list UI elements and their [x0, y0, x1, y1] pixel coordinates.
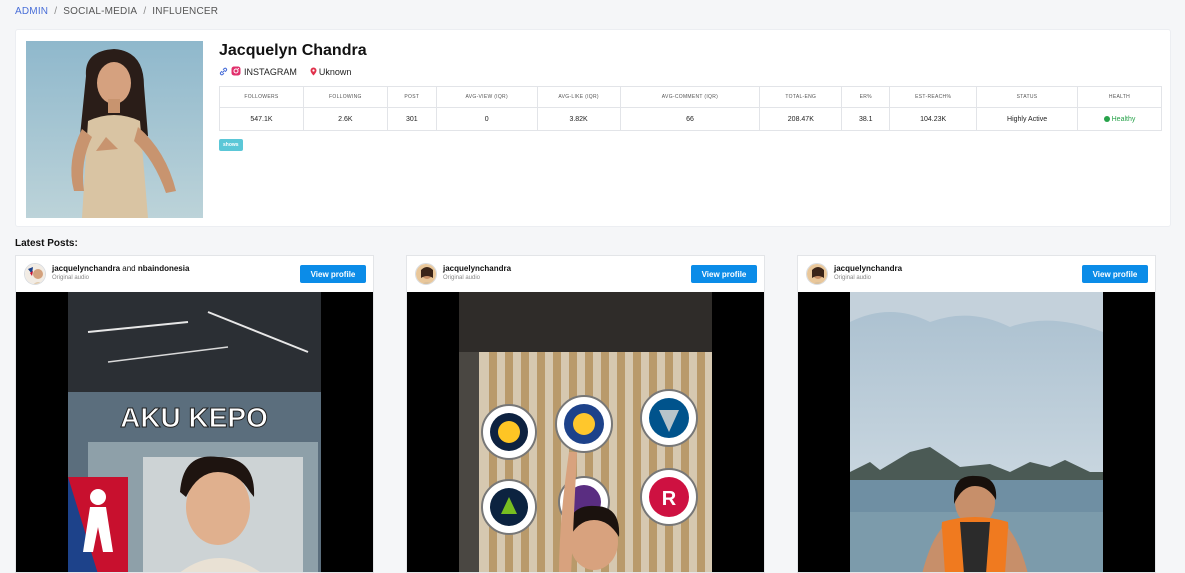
username-primary[interactable]: jacquelynchandra	[834, 264, 902, 273]
post-media[interactable]	[798, 292, 1155, 572]
post-header: jacquelynchandra Original audio View pro…	[798, 256, 1155, 292]
stats-header-row: FOLLOWERS FOLLOWING POST AVG-VIEW (IQR) …	[219, 86, 1162, 108]
view-profile-button[interactable]: View profile	[691, 265, 757, 283]
header-followers: FOLLOWERS	[219, 86, 304, 108]
post-audio-label: Original audio	[443, 275, 481, 281]
location: Uknown	[310, 67, 352, 78]
header-avg-like: AVG-LIKE (IQR)	[536, 86, 621, 108]
post-card: jacquelynchandra and nbaindonesia Origin…	[15, 255, 374, 573]
category-tag[interactable]: shows	[219, 139, 243, 151]
stats-value-row: 547.1K 2.6K 301 0 3.82K 66 208.47K 38.1 …	[219, 107, 1162, 131]
breadcrumb-separator: /	[143, 6, 147, 17]
post-card: jacquelynchandra Original audio View pro…	[797, 255, 1156, 573]
platform-row: INSTAGRAM Uknown	[219, 66, 351, 78]
header-status: STATUS	[976, 86, 1078, 108]
post-media[interactable]: AKU KEPO	[16, 292, 373, 572]
header-avg-view: AVG-VIEW (IQR)	[435, 86, 538, 108]
stats-table: FOLLOWERS FOLLOWING POST AVG-VIEW (IQR) …	[219, 86, 1162, 131]
value-avg-like: 3.82K	[536, 107, 621, 131]
header-total-eng: TOTAL-ENG	[759, 86, 843, 108]
post-header: jacquelynchandra Original audio View pro…	[407, 256, 764, 292]
header-avg-comment: AVG-COMMENT (IQR)	[619, 86, 761, 108]
location-label: Uknown	[318, 67, 352, 77]
header-health: HEALTH	[1077, 86, 1162, 108]
post-card: jacquelynchandra Original audio View pro…	[406, 255, 765, 573]
post-audio-label: Original audio	[834, 275, 872, 281]
breadcrumb-separator: /	[54, 6, 58, 17]
view-profile-button[interactable]: View profile	[300, 265, 366, 283]
post-username[interactable]: jacquelynchandra	[834, 264, 902, 273]
value-er: 38.1	[841, 107, 891, 131]
value-total-eng: 208.47K	[759, 107, 843, 131]
header-post: POST	[386, 86, 437, 108]
health-dot-icon	[1103, 115, 1110, 122]
username-primary[interactable]: jacquelynchandra	[52, 264, 120, 273]
view-profile-button[interactable]: View profile	[1082, 265, 1148, 283]
value-est-reach: 104.23K	[889, 107, 978, 131]
avatar[interactable]	[415, 263, 437, 285]
svg-text:R: R	[662, 488, 677, 510]
breadcrumb-influencer: INFLUENCER	[152, 6, 219, 17]
post-audio-label: Original audio	[52, 275, 90, 281]
value-avg-view: 0	[435, 107, 538, 131]
header-er: ER%	[841, 86, 891, 108]
value-followers: 547.1K	[219, 107, 304, 131]
post-header: jacquelynchandra and nbaindonesia Origin…	[16, 256, 373, 292]
platform-label: INSTAGRAM	[244, 67, 297, 77]
link-icon[interactable]	[219, 67, 228, 78]
map-pin-icon	[310, 67, 317, 78]
value-health: Healthy	[1077, 107, 1162, 131]
post-overlay-text: AKU KEPO	[120, 402, 268, 433]
latest-posts-title: Latest Posts:	[15, 238, 78, 249]
value-following: 2.6K	[302, 107, 388, 131]
value-status: Highly Active	[976, 107, 1078, 131]
username-joiner: and	[122, 264, 136, 273]
avatar[interactable]	[24, 263, 46, 285]
post-media[interactable]: R	[407, 292, 764, 572]
header-est-reach: EST-REACH%	[889, 86, 978, 108]
profile-photo	[26, 41, 203, 218]
profile-card: Jacquelyn Chandra INSTAGRAM Uknown FOLLO…	[15, 29, 1171, 227]
username-coauthor[interactable]: nbaindonesia	[138, 264, 190, 273]
breadcrumb-admin[interactable]: ADMIN	[15, 6, 48, 17]
breadcrumb-social-media[interactable]: SOCIAL-MEDIA	[63, 6, 137, 17]
instagram-icon	[231, 66, 241, 78]
header-following: FOLLOWING	[302, 86, 388, 108]
post-username[interactable]: jacquelynchandra	[443, 264, 511, 273]
username-primary[interactable]: jacquelynchandra	[443, 264, 511, 273]
value-post: 301	[386, 107, 437, 131]
influencer-name: Jacquelyn Chandra	[219, 42, 367, 59]
breadcrumb: ADMIN / SOCIAL-MEDIA / INFLUENCER	[15, 6, 218, 17]
avatar[interactable]	[806, 263, 828, 285]
health-label: Healthy	[1111, 115, 1136, 123]
post-username[interactable]: jacquelynchandra and nbaindonesia	[52, 264, 189, 273]
value-avg-comment: 66	[619, 107, 761, 131]
